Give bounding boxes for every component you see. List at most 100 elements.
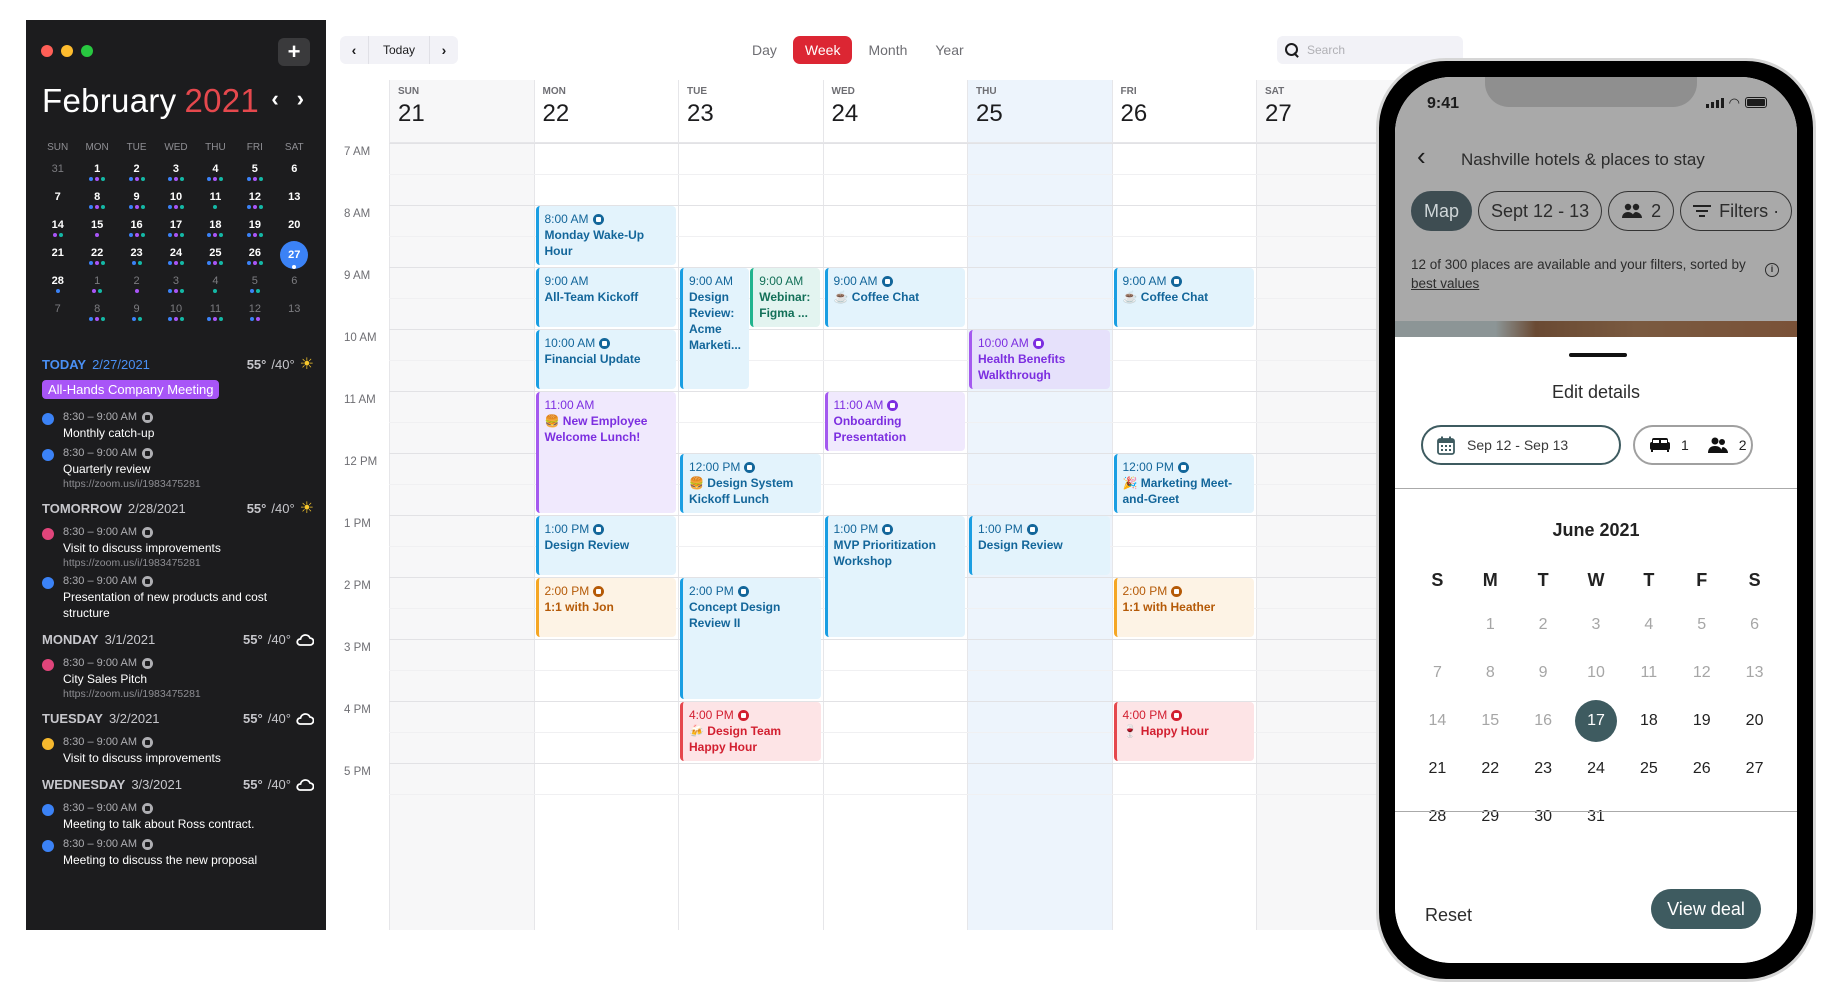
picker-day[interactable]: 23 (1517, 760, 1570, 778)
reset-button[interactable]: Reset (1425, 905, 1472, 926)
meeting-link[interactable]: https://zoom.us/i/1983475281 (63, 688, 314, 700)
picker-day[interactable]: 18 (1622, 712, 1675, 730)
agenda-event[interactable]: 8:30 – 9:00 AM Presentation of new produc… (42, 575, 314, 621)
date-range-field[interactable]: Sep 12 - Sep 13 (1421, 425, 1621, 465)
picker-day[interactable]: 21 (1411, 760, 1464, 778)
view-tab-week[interactable]: Week (792, 36, 853, 64)
rooms-guests-field[interactable]: 1 2 (1633, 425, 1753, 465)
day-header[interactable]: FRI 26 (1112, 80, 1256, 143)
mini-calendar-day[interactable]: 20 (275, 216, 314, 244)
add-event-button[interactable]: + (278, 38, 310, 66)
mini-calendar-day[interactable]: 12 (235, 188, 274, 216)
picker-day[interactable]: 19 (1675, 712, 1728, 730)
calendar-event[interactable]: 9:00 AM Design Review: Acme Marketi... (680, 268, 750, 389)
agenda-event[interactable]: 8:30 – 9:00 AM Visit to discuss improveme… (42, 526, 314, 569)
picker-day[interactable]: 2 (1517, 616, 1570, 634)
mini-calendar-day[interactable]: 15 (77, 216, 116, 244)
mini-calendar-day[interactable]: 13 (275, 300, 314, 328)
picker-day[interactable]: 10 (1570, 664, 1623, 682)
calendar-event[interactable]: 2:00 PM 1:1 with Heather (1113, 578, 1254, 637)
calendar-event[interactable]: 9:00 AM Webinar: Figma ... (750, 268, 820, 327)
picker-day[interactable]: 4 (1622, 616, 1675, 634)
picker-day[interactable]: 26 (1675, 760, 1728, 778)
calendar-event[interactable]: 8:00 AM Monday Wake-Up Hour (535, 206, 676, 265)
mini-calendar-day[interactable]: 1 (77, 160, 116, 188)
mini-calendar-day[interactable]: 28 (38, 272, 77, 300)
mini-calendar-day[interactable]: 4 (196, 160, 235, 188)
calendar-event[interactable]: 12:00 PM 🍔 Design System Kickoff Lunch (680, 454, 821, 513)
picker-day[interactable]: 20 (1728, 712, 1781, 730)
picker-day[interactable]: 22 (1464, 760, 1517, 778)
mini-calendar-day[interactable]: 24 (156, 244, 195, 272)
picker-day[interactable]: 12 (1675, 664, 1728, 682)
mini-calendar-day[interactable]: 3 (156, 160, 195, 188)
calendar-event[interactable]: 4:00 PM 🍷 Happy Hour (1113, 702, 1254, 761)
next-month-button[interactable]: › (297, 86, 304, 112)
agenda-event[interactable]: 8:30 – 9:00 AM Visit to discuss improveme… (42, 736, 314, 766)
dates-chip[interactable]: Sept 12 - 13 (1478, 191, 1603, 231)
today-button[interactable]: Today (368, 36, 430, 64)
calendar-event[interactable]: 2:00 PM 1:1 with Jon (535, 578, 676, 637)
day-header[interactable]: SUN 21 (390, 80, 534, 143)
picker-day[interactable]: 24 (1570, 760, 1623, 778)
back-button[interactable]: ‹ (1417, 141, 1426, 172)
calendar-event[interactable]: 9:00 AM All-Team Kickoff (535, 268, 676, 327)
calendar-event[interactable]: 9:00 AM ☕ Coffee Chat (1113, 268, 1254, 327)
agenda-event[interactable]: 8:30 – 9:00 AM City Sales Pitch https://zo… (42, 657, 314, 700)
mini-calendar-day[interactable]: 14 (38, 216, 77, 244)
mini-calendar-day[interactable]: 6 (275, 272, 314, 300)
close-window-button[interactable] (41, 45, 53, 57)
mini-calendar-day[interactable]: 25 (196, 244, 235, 272)
calendar-event[interactable]: 9:00 AM ☕ Coffee Chat (824, 268, 965, 327)
agenda-event[interactable]: 8:30 – 9:00 AM Quarterly review https://zo… (42, 447, 314, 490)
picker-day[interactable]: 27 (1728, 760, 1781, 778)
all-day-event[interactable]: All-Hands Company Meeting (42, 380, 220, 399)
calendar-event[interactable]: 11:00 AM 🍔 New Employee Welcome Lunch! (535, 392, 676, 513)
agenda-event[interactable]: 8:30 – 9:00 AM Meeting to talk about Ross… (42, 802, 314, 832)
mini-calendar-day[interactable]: 11 (196, 300, 235, 328)
mini-calendar-day[interactable]: 8 (77, 188, 116, 216)
picker-day[interactable]: 8 (1464, 664, 1517, 682)
mini-calendar-day[interactable]: 5 (235, 272, 274, 300)
mini-calendar-day[interactable]: 2 (117, 272, 156, 300)
mini-calendar-day[interactable]: 23 (117, 244, 156, 272)
picker-day[interactable]: 25 (1622, 760, 1675, 778)
picker-day[interactable]: 11 (1622, 664, 1675, 682)
picker-day[interactable]: 3 (1570, 616, 1623, 634)
mini-calendar-day[interactable]: 16 (117, 216, 156, 244)
sheet-handle[interactable] (1569, 353, 1627, 357)
mini-calendar-day[interactable]: 27 (275, 241, 314, 272)
calendar-event[interactable]: 1:00 PM MVP Prioritization Workshop (824, 516, 965, 637)
picker-day[interactable]: 17 (1570, 700, 1623, 742)
day-header[interactable]: WED 24 (823, 80, 967, 143)
picker-day[interactable]: 9 (1517, 664, 1570, 682)
mini-calendar-day[interactable]: 7 (38, 300, 77, 328)
calendar-event[interactable]: 2:00 PM Concept Design Review II (680, 578, 821, 699)
mini-calendar-day[interactable]: 2 (117, 160, 156, 188)
picker-day[interactable]: 13 (1728, 664, 1781, 682)
calendar-event[interactable]: 10:00 AM Health Benefits Walkthrough (969, 330, 1110, 389)
next-week-button[interactable]: › (430, 36, 458, 64)
picker-day[interactable]: 1 (1464, 616, 1517, 634)
calendar-event[interactable]: 10:00 AM Financial Update (535, 330, 676, 389)
prev-month-button[interactable]: ‹ (271, 86, 278, 112)
prev-week-button[interactable]: ‹ (340, 36, 368, 64)
mini-calendar-day[interactable]: 19 (235, 216, 274, 244)
mini-calendar-day[interactable]: 3 (156, 272, 195, 300)
meeting-link[interactable]: https://zoom.us/i/1983475281 (63, 557, 314, 569)
day-header[interactable]: MON 22 (534, 80, 678, 143)
picker-day[interactable]: 15 (1464, 712, 1517, 730)
mini-calendar-day[interactable]: 17 (156, 216, 195, 244)
mini-calendar-day[interactable]: 9 (117, 300, 156, 328)
filters-chip[interactable]: Filters · (1680, 191, 1793, 231)
mini-calendar-day[interactable]: 4 (196, 272, 235, 300)
picker-day[interactable]: 14 (1411, 712, 1464, 730)
search-input[interactable]: Search (1307, 43, 1345, 57)
calendar-event[interactable]: 11:00 AM Onboarding Presentation (824, 392, 965, 451)
guests-chip[interactable]: 2 (1608, 191, 1675, 231)
agenda-event[interactable]: 8:30 – 9:00 AM Meeting to discuss the new… (42, 838, 314, 868)
view-tab-day[interactable]: Day (740, 36, 789, 64)
mini-calendar-day[interactable]: 1 (77, 272, 116, 300)
mini-calendar-day[interactable]: 8 (77, 300, 116, 328)
meeting-link[interactable]: https://zoom.us/i/1983475281 (63, 478, 314, 490)
